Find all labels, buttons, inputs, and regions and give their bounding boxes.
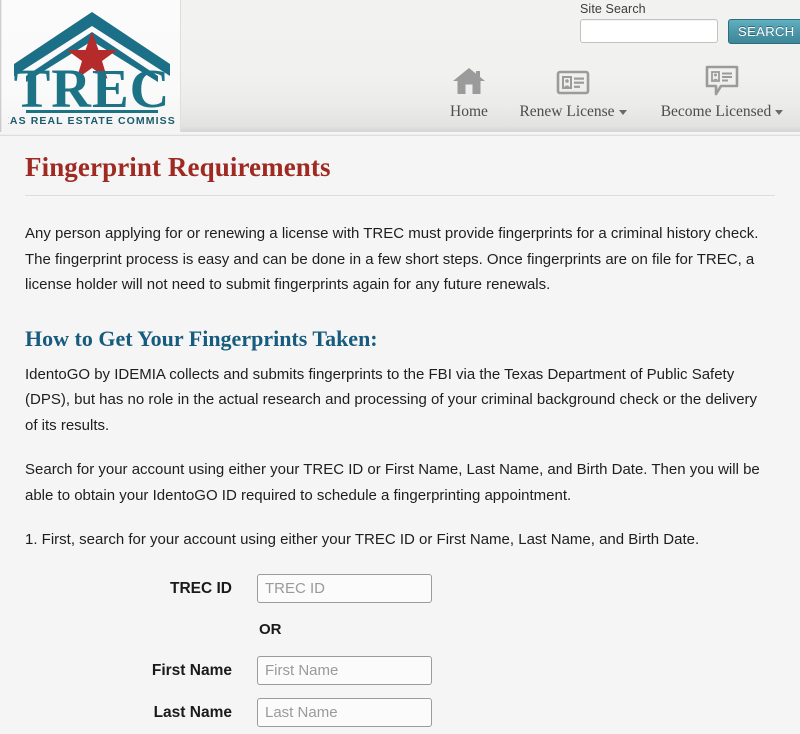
last-name-input[interactable]: [257, 698, 432, 727]
first-name-input[interactable]: [257, 656, 432, 685]
section-heading: How to Get Your Fingerprints Taken:: [25, 325, 378, 351]
search-button[interactable]: SEARCH: [728, 19, 800, 44]
nav-item-renew-license[interactable]: Renew License: [499, 58, 647, 121]
nav-label-text: Renew License: [519, 103, 615, 120]
id-card-speech-bubble-icon: [647, 58, 797, 96]
chevron-down-icon: [618, 109, 627, 115]
account-search-form: TREC ID OR First Name Last Name: [0, 568, 800, 734]
search-account-paragraph: Search for your account using either you…: [25, 461, 760, 504]
main-nav: Home Renew License Become Licensed: [415, 58, 800, 130]
or-separator-row: OR: [0, 610, 800, 650]
step-1-paragraph: 1. First, search for your account using …: [25, 531, 700, 548]
site-search-label: Site Search: [580, 2, 646, 16]
nav-item-renew-license-label: Renew License: [499, 103, 647, 121]
title-divider: [25, 195, 775, 197]
site-search: Site Search SEARCH: [580, 2, 800, 44]
chevron-down-icon: [775, 109, 784, 115]
intro-paragraph: Any person applying for or renewing a li…: [25, 225, 759, 293]
nav-label-text: Become Licensed: [660, 103, 772, 120]
trec-id-row: TREC ID: [0, 568, 800, 610]
first-name-row: First Name: [0, 650, 800, 692]
trec-logo[interactable]: TREC TEXAS REAL ESTATE COMMISSION: [0, 0, 181, 133]
nav-item-become-licensed-label: Become Licensed: [647, 103, 797, 121]
search-input[interactable]: [580, 19, 718, 43]
or-label: OR: [259, 621, 282, 638]
nav-item-home[interactable]: Home: [429, 58, 509, 121]
trec-logo-graphic: TREC TEXAS REAL ESTATE COMMISSION: [8, 12, 176, 127]
trec-id-input[interactable]: [257, 574, 432, 603]
svg-text:TREC: TREC: [14, 58, 171, 119]
identogo-paragraph: IdentoGO by IDEMIA collects and submits …: [25, 365, 758, 434]
last-name-label: Last Name: [153, 703, 232, 721]
trec-id-label: TREC ID: [170, 579, 232, 597]
home-icon: [429, 58, 509, 96]
site-header: TREC TEXAS REAL ESTATE COMMISSION Site S…: [0, 0, 800, 136]
first-name-label: First Name: [151, 661, 232, 679]
nav-item-become-licensed[interactable]: Become Licensed: [647, 58, 797, 121]
svg-text:TEXAS REAL ESTATE COMMISSION: TEXAS REAL ESTATE COMMISSION: [8, 115, 176, 127]
nav-item-home-label: Home: [450, 103, 488, 120]
page-title: Fingerprint Requirements: [25, 152, 331, 182]
page-content: Fingerprint Requirements Any person appl…: [0, 134, 800, 734]
id-card-icon: [499, 58, 647, 96]
last-name-row: Last Name: [0, 692, 800, 734]
